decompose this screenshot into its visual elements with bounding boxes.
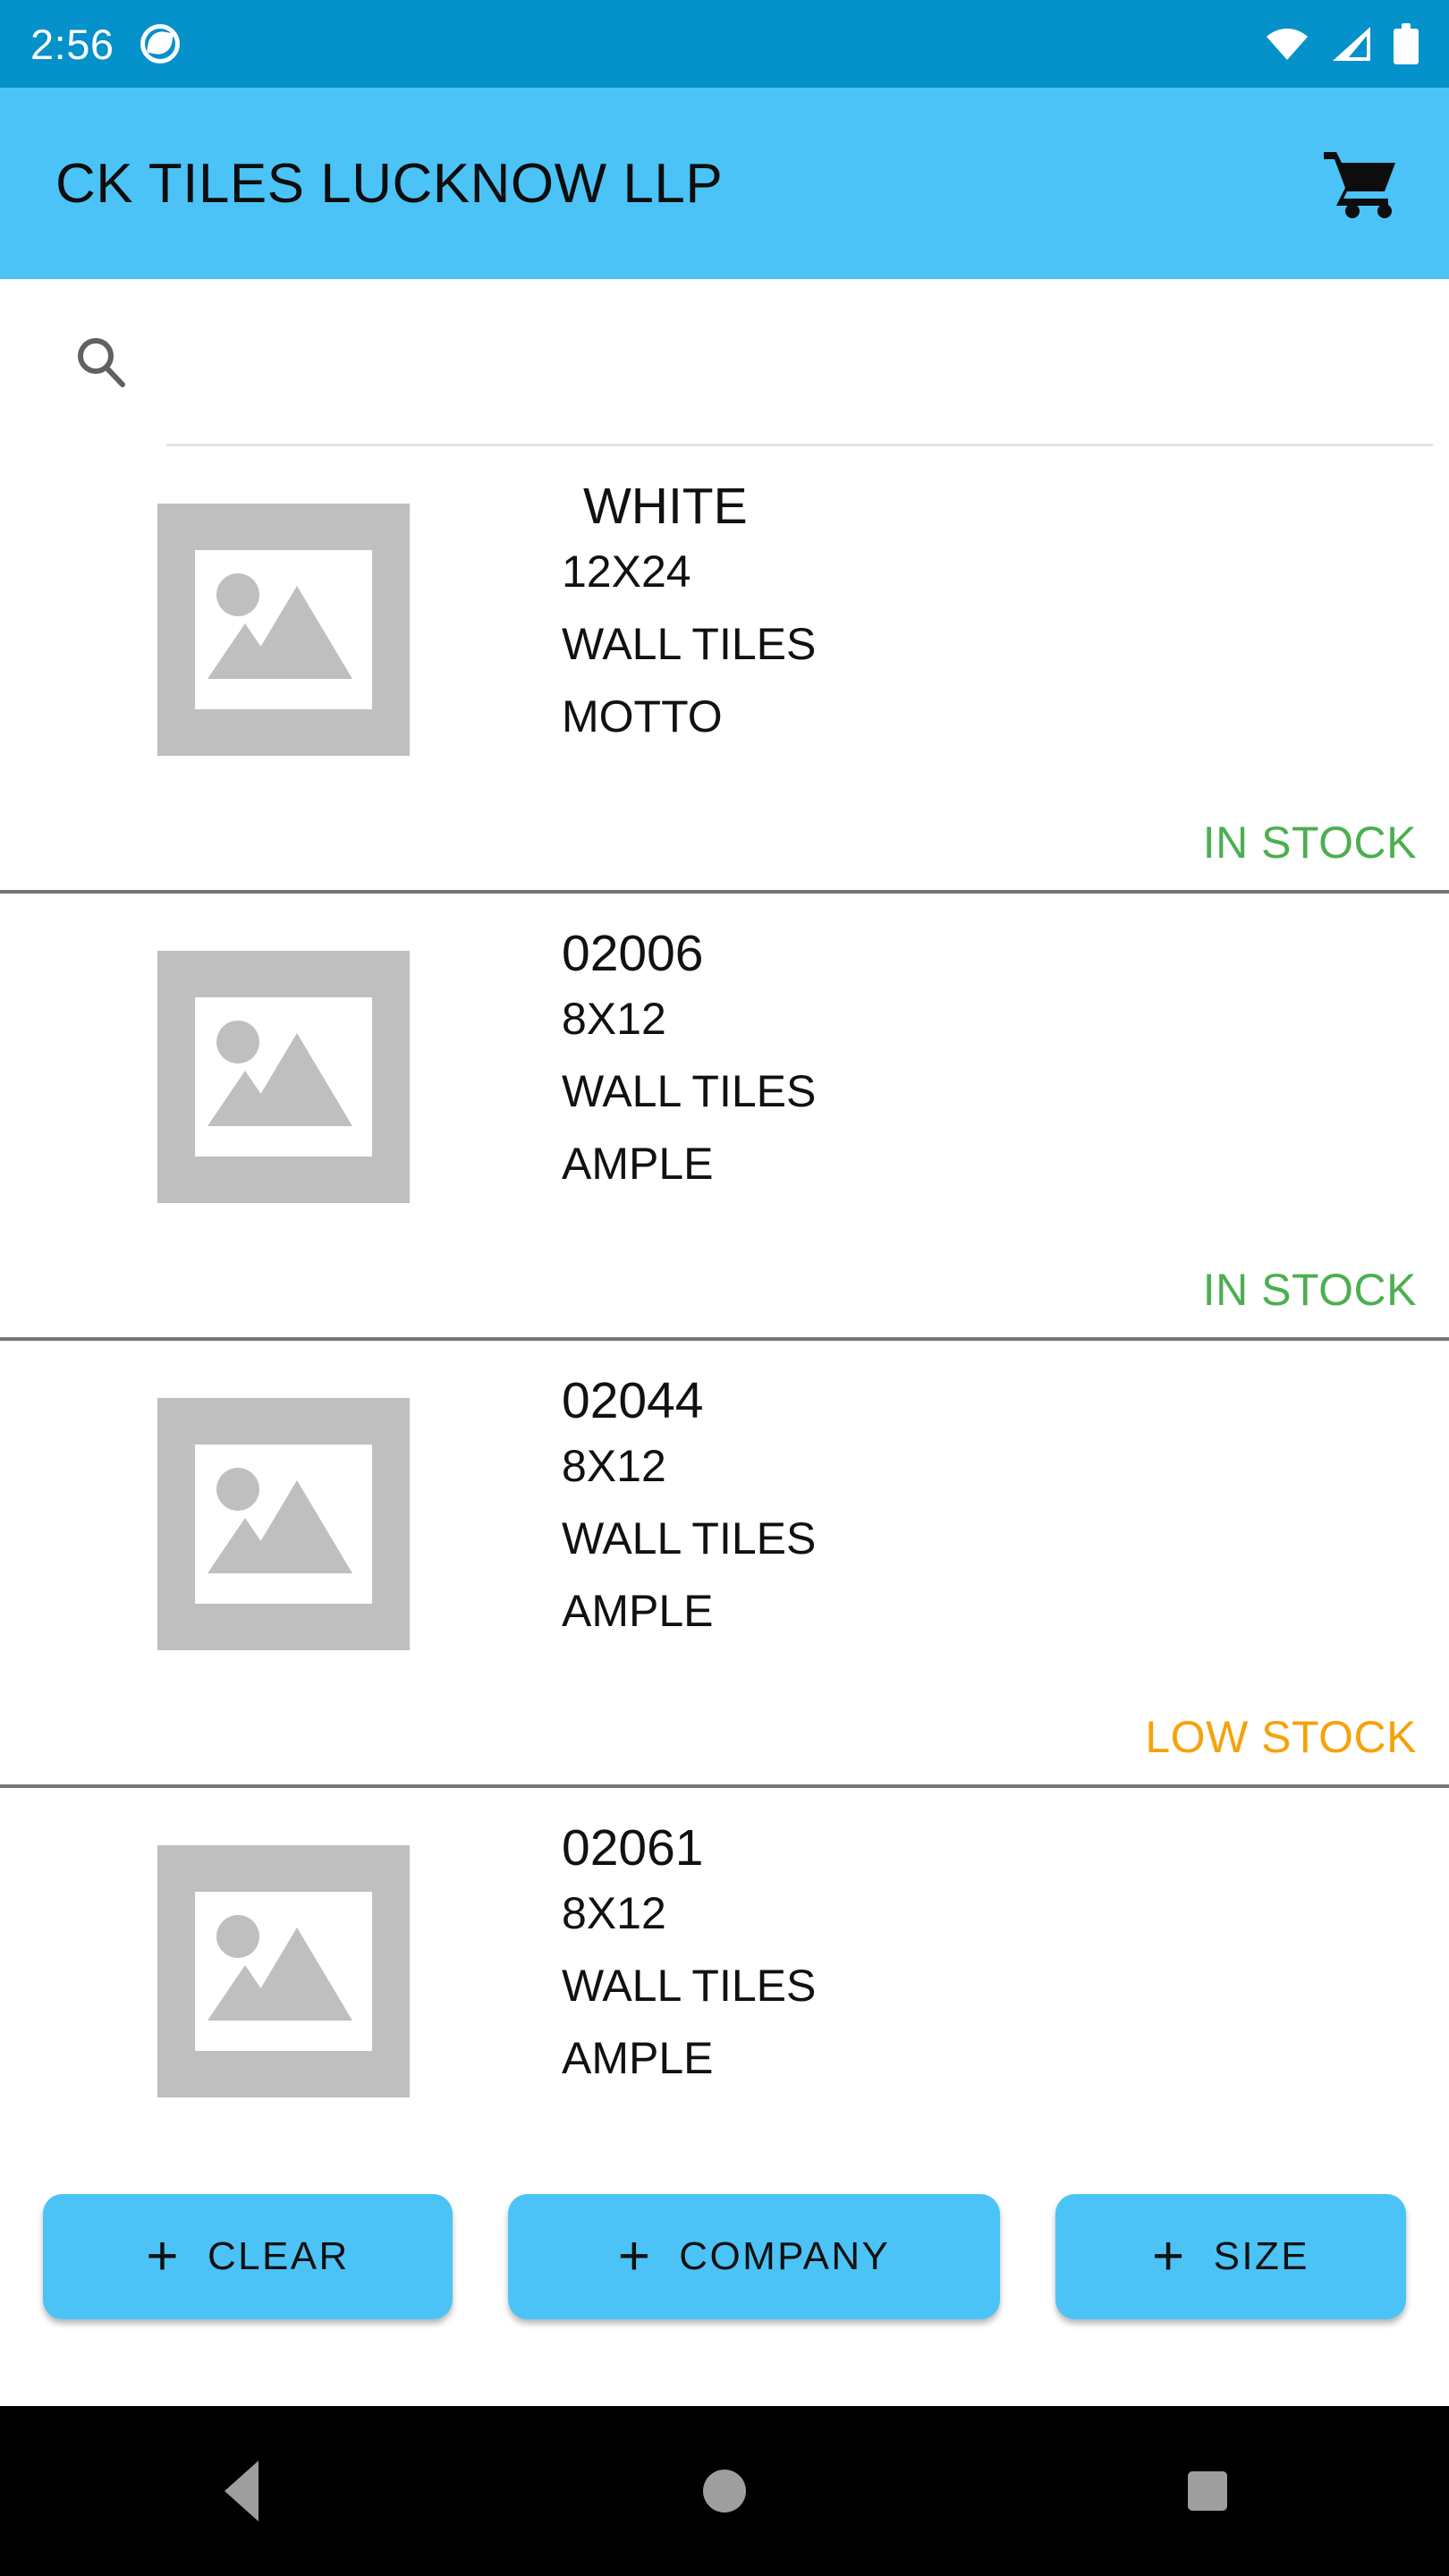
size-button-label: SIZE	[1213, 2234, 1309, 2278]
home-circle-icon	[703, 2470, 746, 2512]
status-badge: LOW STOCK	[1145, 1712, 1417, 1762]
status-badge: IN STOCK	[1202, 818, 1417, 868]
product-size: 8X12	[562, 994, 666, 1045]
status-badge: IN STOCK	[1202, 1265, 1417, 1315]
recents-square-icon	[1188, 2471, 1227, 2511]
product-category: WALL TILES	[562, 1513, 817, 1564]
status-bar-right	[1265, 23, 1419, 64]
capture-app-icon	[140, 24, 181, 64]
company-button-label: COMPANY	[679, 2234, 891, 2278]
product-company: MOTTO	[562, 691, 723, 742]
status-bar-clock: 2:56	[30, 20, 114, 68]
nav-back-button[interactable]	[152, 2406, 331, 2576]
cellular-signal-icon	[1331, 25, 1372, 63]
product-name: 02044	[562, 1372, 704, 1429]
plus-icon: +	[1151, 2225, 1187, 2288]
app-screen: 2:56 CK TILES LUCKNOW LLP WHITE 12X24 WA…	[0, 0, 1449, 2576]
wifi-icon	[1265, 26, 1309, 62]
product-info: 02044 8X12 WALL TILES AMPLE	[562, 1371, 816, 1648]
system-nav-bar	[0, 2406, 1449, 2576]
product-size: 8X12	[562, 1888, 666, 1939]
product-info: 02061 8X12 WALL TILES AMPLE	[562, 1818, 816, 2095]
search-input[interactable]	[165, 337, 1360, 387]
product-company: AMPLE	[562, 2033, 714, 2084]
back-triangle-icon	[225, 2461, 258, 2521]
product-company: AMPLE	[562, 1586, 714, 1637]
cart-button[interactable]	[1311, 134, 1410, 233]
image-placeholder-icon	[157, 951, 410, 1203]
product-list[interactable]: WHITE 12X24 WALL TILES MOTTO IN STOCK 02…	[0, 446, 1449, 2168]
image-placeholder-icon	[157, 1845, 410, 2097]
product-size: 12X24	[562, 547, 691, 597]
product-info: 02006 8X12 WALL TILES AMPLE	[562, 924, 816, 1200]
status-bar: 2:56	[0, 0, 1449, 88]
clear-button[interactable]: + CLEAR	[43, 2194, 453, 2319]
product-category: WALL TILES	[562, 1961, 817, 2012]
product-info: WHITE 12X24 WALL TILES MOTTO	[562, 477, 816, 753]
battery-full-icon	[1394, 23, 1419, 64]
page-title: CK TILES LUCKNOW LLP	[55, 152, 724, 215]
product-size: 8X12	[562, 1441, 666, 1492]
clear-button-label: CLEAR	[207, 2234, 350, 2278]
search-bar[interactable]	[0, 279, 1449, 445]
product-name: WHITE	[583, 478, 748, 535]
nav-home-button[interactable]	[635, 2406, 814, 2576]
product-category: WALL TILES	[562, 1066, 817, 1117]
table-row[interactable]: 02044 8X12 WALL TILES AMPLE LOW STOCK	[0, 1341, 1449, 1788]
table-row[interactable]: 02006 8X12 WALL TILES AMPLE IN STOCK	[0, 894, 1449, 1341]
image-placeholder-icon	[157, 504, 410, 756]
product-company: AMPLE	[562, 1139, 714, 1190]
product-category: WALL TILES	[562, 619, 817, 670]
plus-icon: +	[617, 2225, 653, 2288]
app-bar: CK TILES LUCKNOW LLP	[0, 88, 1449, 279]
filter-actions: + CLEAR + COMPANY + SIZE	[0, 2172, 1449, 2342]
product-name: 02006	[562, 925, 704, 982]
search-icon	[73, 335, 129, 390]
nav-recents-button[interactable]	[1118, 2406, 1297, 2576]
image-placeholder-icon	[157, 1398, 410, 1650]
size-button[interactable]: + SIZE	[1055, 2194, 1406, 2319]
plus-icon: +	[146, 2225, 181, 2288]
table-row[interactable]: WHITE 12X24 WALL TILES MOTTO IN STOCK	[0, 446, 1449, 894]
shopping-cart-icon	[1324, 152, 1395, 218]
company-button[interactable]: + COMPANY	[508, 2194, 1000, 2319]
table-row[interactable]: 02061 8X12 WALL TILES AMPLE	[0, 1788, 1449, 2168]
status-bar-left: 2:56	[30, 20, 181, 68]
product-name: 02061	[562, 1819, 704, 1877]
